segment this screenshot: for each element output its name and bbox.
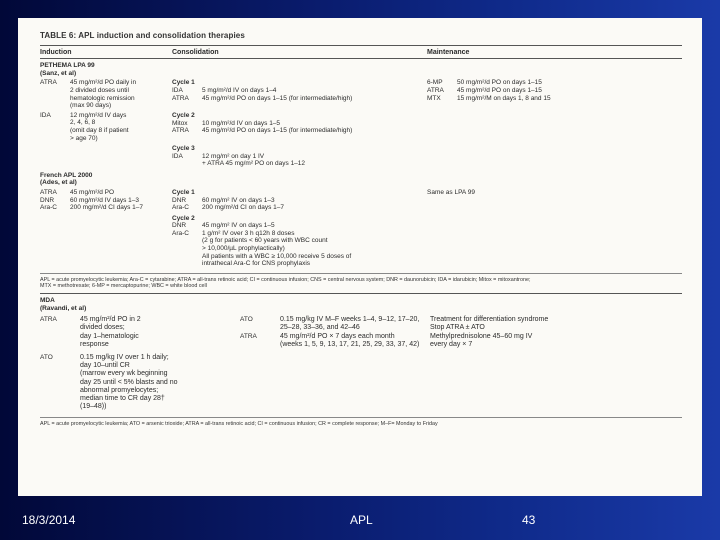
table-cell: ATRA (40, 188, 57, 196)
section-french: French APL 2000 (Ades, et al) ATRA 45 mg/… (40, 172, 682, 268)
section-subtitle: (Sanz, et al) (40, 69, 77, 77)
table-cell: 15 mg/m²/M on days 1, 8 and 15 (457, 94, 551, 102)
table-cell: 200 mg/m²/d CI days 1–7 (70, 204, 143, 212)
footer-date: 18/3/2014 (22, 513, 76, 527)
table-cell: 50 mg/m²/d PO on days 1–15 (457, 79, 542, 87)
table-cell: 45 mg/m²/d PO on days 1–15 (for intermed… (202, 127, 353, 135)
table-cell: Treatment for differentiation syndrome S… (430, 316, 549, 348)
table-cell: 45 mg/m²/d PO on days 1–15 (457, 86, 542, 94)
table-cell: IDA (172, 152, 183, 160)
table-cell: DNR (172, 196, 187, 204)
table-cell: 45 mg/m²/d PO daily in 2 divided doses u… (70, 79, 137, 110)
table-cell: Cycle 1 (172, 188, 195, 196)
table-cell: 45 mg/m²/d PO (70, 188, 115, 196)
table-cell: 12 mg/m²/d IV days 2, 4, 6, 8 (omit day … (70, 111, 129, 142)
table-cell: ATRA (427, 86, 444, 94)
footnote-2: APL = acute promyelocytic leukemia; ATO … (40, 421, 438, 428)
section-title: PETHEMA LPA 99 (40, 62, 95, 70)
table-cell: ATO (40, 354, 53, 362)
table-cell: 6-MP (427, 79, 443, 87)
table-cell: 12 mg/m² on day 1 IV + ATRA 45 mg/m² PO … (202, 152, 306, 168)
table-cell: ATRA (172, 94, 189, 102)
section-mda: MDA (Ravandi, et al) ATRA 45 mg/m²/d PO i… (40, 297, 682, 411)
table-cell: Cycle 1 (172, 79, 195, 87)
table-cell: 45 mg/m² IV on days 1–5 (202, 222, 275, 230)
table-cell: 0.15 mg/kg IV over 1 h daily; day 10–unt… (80, 354, 178, 411)
section-title: MDA (40, 297, 55, 305)
footer-title: APL (350, 513, 373, 527)
table-cell: 10 mg/m²/d IV on days 1–5 (202, 119, 281, 127)
table-cell: ATRA (172, 127, 189, 135)
section-subtitle: (Ravandi, et al) (40, 304, 87, 312)
table-cell: 45 mg/m²/d PO on days 1–15 (for intermed… (202, 94, 353, 102)
table-cell: ATO (240, 316, 253, 324)
table-header-row: Induction Consolidation Maintenance (40, 46, 682, 59)
table-cell: Same as LPA 99 (427, 188, 475, 196)
table-cell: Ara-C (40, 204, 57, 212)
header-consolidation: Consolidation (172, 48, 219, 56)
slide-footer: 18/3/2014 APL 43 (0, 508, 720, 532)
section-title: French APL 2000 (40, 171, 93, 179)
table-cell: 200 mg/m²/d CI on days 1–7 (202, 204, 285, 212)
table-cell: 45 mg/m²/d PO in 2 divided doses; day 1–… (80, 316, 141, 348)
table-cell: ATRA (240, 332, 257, 340)
table-cell: ATRA (40, 316, 57, 324)
table-cell: IDA (172, 86, 183, 94)
table-cell: Cycle 3 (172, 144, 195, 152)
table-cell: 5 mg/m²/d IV on days 1–4 (202, 86, 277, 94)
table-cell: 60 mg/m²/d IV days 1–3 (70, 196, 140, 204)
section-subtitle: (Ades, et al) (40, 179, 77, 187)
table-cell: 0.15 mg/kg IV M–F weeks 1–4, 9–12, 17–20… (280, 316, 420, 332)
table-cell: IDA (40, 111, 51, 119)
table-cell: ATRA (40, 79, 57, 87)
table-cell: DNR (40, 196, 55, 204)
table-cell: 60 mg/m² IV on days 1–3 (202, 196, 275, 204)
table-cell: Cycle 2 (172, 214, 195, 222)
table-title: TABLE 6: APL induction and consolidation… (40, 31, 245, 40)
table-cell: Ara-C (172, 204, 189, 212)
table-cell: MTX (427, 94, 441, 102)
table-cell: Cycle 2 (172, 112, 195, 120)
table-cell: DNR (172, 222, 187, 230)
page-number: 43 (522, 513, 536, 527)
header-induction: Induction (40, 48, 72, 56)
table-image: TABLE 6: APL induction and consolidation… (18, 18, 702, 496)
table-cell: 1 g/m² IV over 3 h q12h 8 doses (2 g for… (202, 229, 352, 268)
table-cell: Mitox (172, 119, 188, 127)
section-pethema: PETHEMA LPA 99 (Sanz, et al) ATRA 45 mg/m… (40, 62, 682, 168)
header-maintenance: Maintenance (427, 48, 470, 56)
footnote-1: APL = acute promyelocytic leukemia; Ara-… (40, 276, 531, 290)
table-cell: 45 mg/m²/d PO × 7 days each month (weeks… (280, 332, 420, 348)
table-cell: Ara-C (172, 229, 189, 237)
